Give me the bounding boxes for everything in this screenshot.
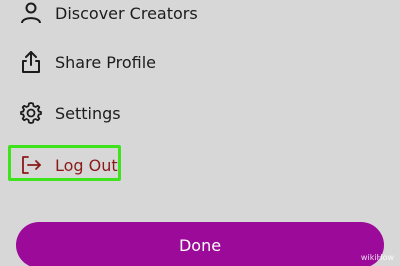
menu-item-label: Settings: [55, 103, 121, 123]
menu-item-share-profile[interactable]: Share Profile: [0, 42, 400, 82]
menu-item-label: Share Profile: [55, 52, 157, 72]
share-icon: [18, 49, 44, 75]
person-icon: [18, 0, 44, 26]
watermark: wikiHow: [360, 253, 394, 262]
menu-item-label: Discover Creators: [55, 3, 198, 23]
menu-item-settings[interactable]: Settings: [0, 93, 400, 133]
menu-item-label: Log Out: [55, 155, 118, 175]
gear-icon: [18, 100, 44, 126]
menu-item-log-out[interactable]: Log Out: [0, 145, 400, 185]
done-button[interactable]: Done: [16, 222, 384, 266]
logout-icon: [18, 152, 44, 178]
menu-item-discover-creators[interactable]: Discover Creators: [0, 0, 400, 33]
screen: Discover Creators Share Profile Settings: [0, 0, 400, 266]
